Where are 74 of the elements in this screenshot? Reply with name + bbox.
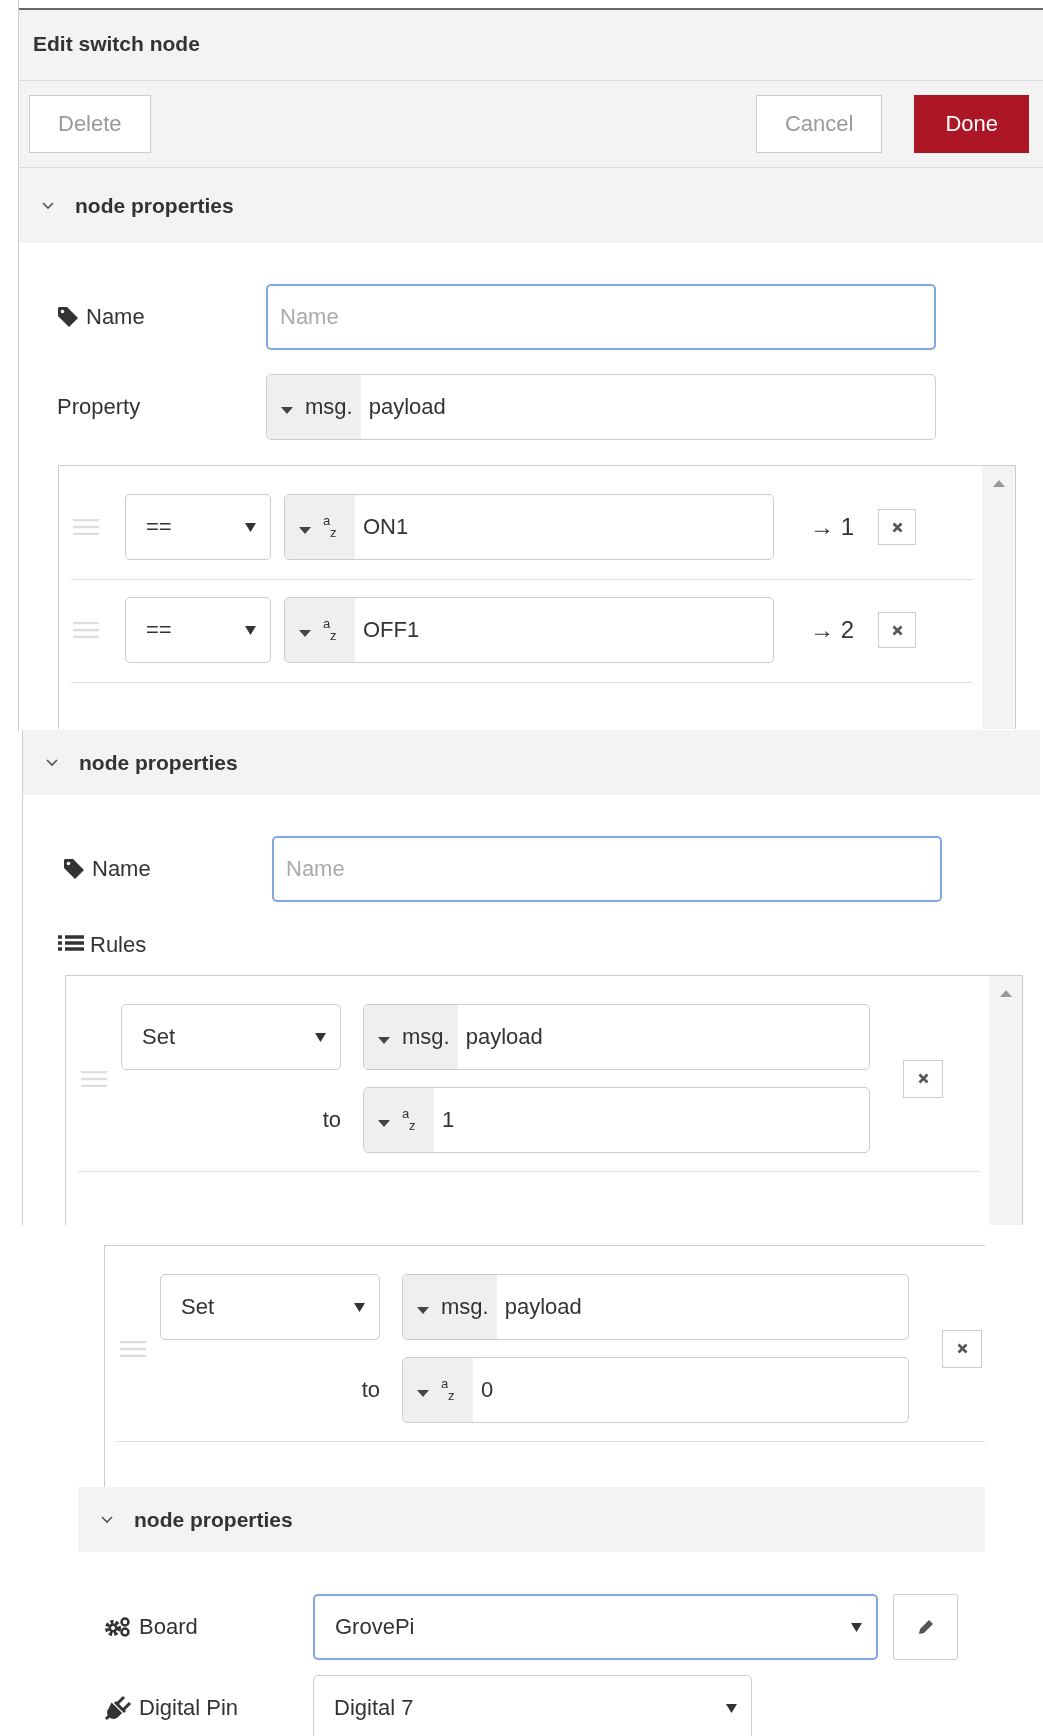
type-prefix: msg. (441, 1294, 489, 1320)
to-label: to (322, 1107, 341, 1133)
section-header[interactable]: node properties (78, 1487, 985, 1552)
cross-icon (891, 624, 903, 636)
type-prefix: msg. (305, 394, 353, 420)
scroll-up-icon[interactable] (992, 480, 1005, 487)
delete-rule-button[interactable] (942, 1329, 982, 1368)
cross-icon (956, 1343, 968, 1354)
dropdown[interactable]: Set (160, 1274, 380, 1340)
field-label: Rules (90, 932, 147, 958)
typed-input-field[interactable]: a z OFF1 (284, 597, 774, 663)
field-label: Board (139, 1614, 198, 1640)
delete-rule-button[interactable] (903, 1059, 943, 1098)
tag-icon (57, 306, 79, 328)
caret-icon (299, 526, 311, 534)
drag-handle-icon[interactable] (81, 1070, 107, 1087)
dropdown[interactable]: == (125, 494, 271, 560)
output-label: → 2 (810, 616, 855, 644)
scroll-up-icon[interactable] (999, 990, 1012, 997)
typed-input-field[interactable]: a z 1 (363, 1087, 870, 1153)
caret-icon (245, 522, 256, 532)
name-input-field[interactable]: Name (266, 284, 936, 350)
string-type-mark: a z (441, 1378, 456, 1402)
string-type-mark: a z (323, 618, 338, 642)
typed-input-field[interactable]: a z ON1 (284, 494, 774, 560)
dropdown[interactable]: Digital 7 (313, 1675, 752, 1736)
to-label: to (361, 1377, 380, 1403)
drag-handle-icon[interactable] (73, 519, 99, 535)
caret-icon (299, 629, 311, 637)
caret-icon (851, 1622, 862, 1632)
drag-handle-icon[interactable] (73, 622, 99, 638)
dropdown[interactable]: Set (121, 1004, 341, 1070)
tag-icon (63, 858, 85, 880)
edit-button[interactable] (893, 1594, 958, 1660)
typed-input-field[interactable]: a z 0 (402, 1357, 909, 1423)
name-input-field[interactable]: Name (272, 836, 942, 902)
section-title: node properties (79, 750, 238, 775)
dialog-title: Edit switch node (19, 8, 1043, 81)
plug-icon (104, 1695, 132, 1721)
caret-icon (417, 1306, 429, 1314)
section-title: node properties (75, 193, 234, 218)
caret-icon (281, 406, 293, 414)
typed-input-field[interactable]: msg. payload (266, 374, 936, 440)
cross-icon (917, 1073, 929, 1084)
caret-icon (378, 1119, 390, 1127)
field-label: Digital Pin (139, 1695, 239, 1721)
dropdown[interactable]: GrovePi (313, 1594, 878, 1660)
string-type-mark: a z (402, 1108, 417, 1132)
done-button[interactable]: Done (914, 95, 1029, 153)
caret-icon (378, 1036, 390, 1044)
delete-rule-button[interactable] (878, 612, 916, 648)
drag-handle-icon[interactable] (120, 1340, 146, 1357)
output-label: → 1 (810, 513, 855, 541)
caret-icon (315, 1032, 326, 1042)
field-label: Property (57, 394, 141, 420)
field-label: Name (86, 304, 145, 330)
cross-icon (891, 521, 903, 533)
caret-icon (245, 625, 256, 635)
caret-icon (417, 1389, 429, 1397)
string-type-mark: a z (323, 515, 338, 539)
section-title: node properties (134, 1507, 293, 1532)
section-header[interactable]: node properties (19, 168, 1043, 243)
scrollbar[interactable] (989, 976, 1022, 1225)
dropdown[interactable]: == (125, 597, 271, 663)
gears-icon (104, 1616, 132, 1638)
scrollbar[interactable] (982, 466, 1015, 729)
field-label: Name (92, 856, 151, 882)
type-prefix: msg. (402, 1024, 450, 1050)
delete-rule-button[interactable] (878, 509, 916, 545)
section-header[interactable]: node properties (23, 730, 1040, 795)
typed-input-field[interactable]: msg. payload (402, 1274, 909, 1340)
typed-input-field[interactable]: msg. payload (363, 1004, 870, 1070)
caret-icon (726, 1703, 737, 1713)
caret-icon (354, 1302, 365, 1312)
